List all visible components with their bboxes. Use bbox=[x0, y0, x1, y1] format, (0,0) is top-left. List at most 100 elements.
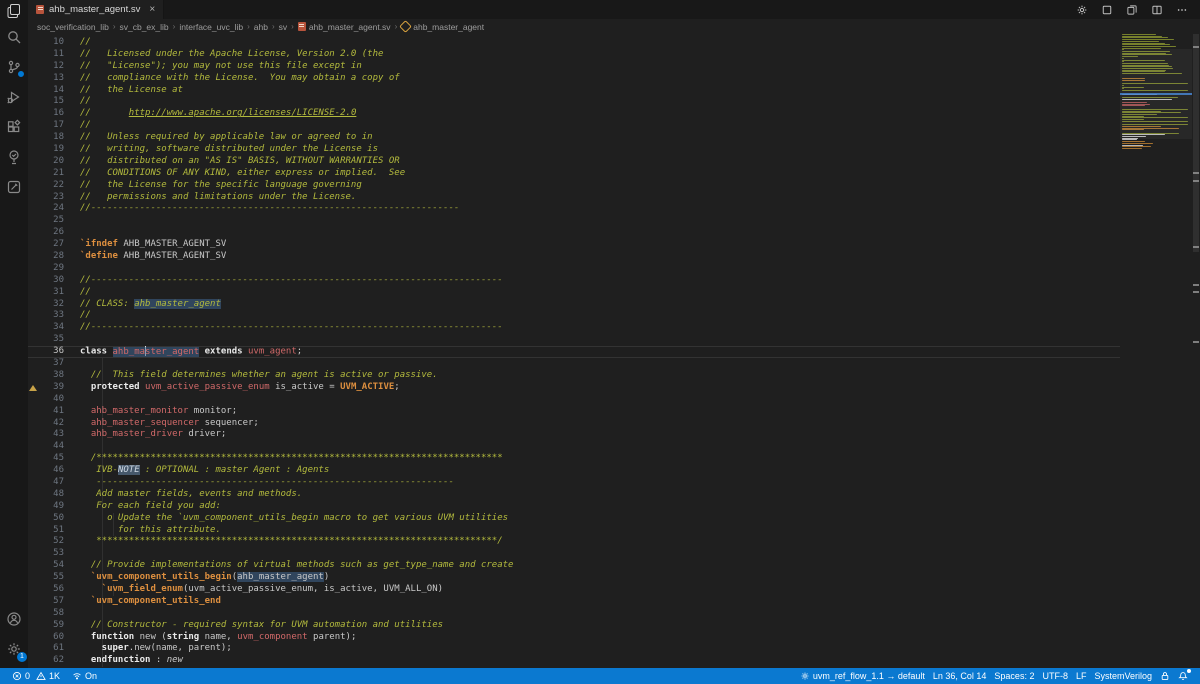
code-line[interactable]: 48 Add master fields, events and methods… bbox=[28, 489, 1120, 501]
gutter[interactable] bbox=[28, 477, 40, 489]
code-line[interactable]: 43 ahb_master_driver driver; bbox=[28, 429, 1120, 441]
gutter[interactable] bbox=[28, 453, 40, 465]
code-line[interactable]: 29 bbox=[28, 263, 1120, 275]
code-line[interactable]: 59 // Constructor - required syntax for … bbox=[28, 620, 1120, 632]
gutter[interactable] bbox=[28, 358, 40, 370]
code-line[interactable]: 33// bbox=[28, 310, 1120, 322]
editor-pane[interactable]: 10//11// Licensed under the Apache Licen… bbox=[28, 34, 1200, 668]
code-line[interactable]: 37 bbox=[28, 358, 1120, 370]
code-area[interactable]: 10//11// Licensed under the Apache Licen… bbox=[28, 37, 1120, 667]
code-line[interactable]: 53 bbox=[28, 548, 1120, 560]
breadcrumb-item-ahb_master_agent[interactable]: ahb_master_agent bbox=[401, 22, 484, 32]
code-line[interactable]: 23// permissions and limitations under t… bbox=[28, 192, 1120, 204]
source-control-icon[interactable] bbox=[0, 52, 28, 82]
code-line[interactable]: 34//------------------------------------… bbox=[28, 322, 1120, 334]
gutter[interactable] bbox=[28, 287, 40, 299]
code-line[interactable]: 46 IVB-NOTE : OPTIONAL : master Agent : … bbox=[28, 465, 1120, 477]
code-line[interactable]: 45 /************************************… bbox=[28, 453, 1120, 465]
gutter[interactable] bbox=[28, 251, 40, 263]
gutter[interactable] bbox=[28, 322, 40, 334]
gutter-marker[interactable] bbox=[28, 382, 40, 394]
cursor-position[interactable]: Ln 36, Col 14 bbox=[929, 668, 991, 684]
accounts-icon[interactable] bbox=[0, 604, 28, 634]
code-line[interactable]: 52 *************************************… bbox=[28, 536, 1120, 548]
code-line[interactable]: 17// bbox=[28, 120, 1120, 132]
gutter[interactable] bbox=[28, 429, 40, 441]
gutter[interactable] bbox=[28, 560, 40, 572]
code-line[interactable]: 54 // Provide implementations of virtual… bbox=[28, 560, 1120, 572]
tab-ahb-master-agent[interactable]: ahb_master_agent.sv × bbox=[28, 0, 164, 19]
gutter[interactable] bbox=[28, 132, 40, 144]
code-line[interactable]: 14// the License at bbox=[28, 85, 1120, 97]
gutter[interactable] bbox=[28, 120, 40, 132]
code-line[interactable]: 62 endfunction : new bbox=[28, 655, 1120, 667]
run-debug-icon[interactable] bbox=[0, 82, 28, 112]
code-line[interactable]: 16// http://www.apache.org/licenses/LICE… bbox=[28, 108, 1120, 120]
gutter[interactable] bbox=[28, 168, 40, 180]
code-line[interactable]: 40 bbox=[28, 394, 1120, 406]
gutter[interactable] bbox=[28, 572, 40, 584]
open-changes-icon[interactable] bbox=[1126, 4, 1138, 16]
breadcrumb-item-ahb[interactable]: ahb bbox=[254, 22, 268, 32]
gutter[interactable] bbox=[28, 465, 40, 477]
eol-indicator[interactable]: LF bbox=[1072, 668, 1091, 684]
code-line[interactable]: 38 // This field determines whether an a… bbox=[28, 370, 1120, 382]
gutter[interactable] bbox=[28, 513, 40, 525]
gutter[interactable] bbox=[28, 596, 40, 608]
gutter[interactable] bbox=[28, 61, 40, 73]
gutter[interactable] bbox=[28, 310, 40, 322]
code-line[interactable]: 58 bbox=[28, 608, 1120, 620]
gutter[interactable] bbox=[28, 608, 40, 620]
gutter[interactable] bbox=[28, 263, 40, 275]
code-line[interactable]: 19// writing, software distributed under… bbox=[28, 144, 1120, 156]
notifications[interactable] bbox=[1174, 668, 1192, 684]
breadcrumb-item-sv[interactable]: sv bbox=[279, 22, 288, 32]
scrollbar-slider[interactable] bbox=[1193, 34, 1199, 252]
gutter[interactable] bbox=[28, 37, 40, 49]
gutter[interactable] bbox=[28, 299, 40, 311]
search-icon[interactable] bbox=[0, 22, 28, 52]
code-line[interactable]: 60 function new (string name, uvm_compon… bbox=[28, 632, 1120, 644]
code-line[interactable]: 25 bbox=[28, 215, 1120, 227]
gutter[interactable] bbox=[28, 192, 40, 204]
gutter[interactable] bbox=[28, 620, 40, 632]
code-line[interactable]: 41 ahb_master_monitor monitor; bbox=[28, 406, 1120, 418]
code-line[interactable]: 31// bbox=[28, 287, 1120, 299]
code-line[interactable]: 20// distributed on an "AS IS" BASIS, WI… bbox=[28, 156, 1120, 168]
code-line[interactable]: 21// CONDITIONS OF ANY KIND, either expr… bbox=[28, 168, 1120, 180]
gutter[interactable] bbox=[28, 108, 40, 120]
gutter[interactable] bbox=[28, 144, 40, 156]
breadcrumb-item-interface_uvc_lib[interactable]: interface_uvc_lib bbox=[179, 22, 243, 32]
gutter[interactable] bbox=[28, 548, 40, 560]
more-actions-icon[interactable] bbox=[1176, 4, 1188, 16]
code-line[interactable]: 11// Licensed under the Apache License, … bbox=[28, 49, 1120, 61]
vertical-scrollbar[interactable] bbox=[1192, 34, 1200, 668]
gutter[interactable] bbox=[28, 584, 40, 596]
code-line[interactable]: 15// bbox=[28, 96, 1120, 108]
code-line[interactable]: 57 `uvm_component_utils_end bbox=[28, 596, 1120, 608]
layout-icon[interactable] bbox=[1101, 4, 1113, 16]
gutter[interactable] bbox=[28, 227, 40, 239]
gutter[interactable] bbox=[28, 180, 40, 192]
code-line[interactable]: 10// bbox=[28, 37, 1120, 49]
gutter[interactable] bbox=[28, 655, 40, 667]
gutter[interactable] bbox=[28, 275, 40, 287]
gutter[interactable] bbox=[28, 501, 40, 513]
gutter[interactable] bbox=[28, 334, 40, 346]
project-selector[interactable]: uvm_ref_flow_1.1 → default bbox=[796, 668, 929, 684]
gutter[interactable] bbox=[28, 632, 40, 644]
code-line[interactable]: 22// the License for the specific langua… bbox=[28, 180, 1120, 192]
explorer-icon[interactable] bbox=[0, 0, 28, 22]
code-line[interactable]: 27`ifndef AHB_MASTER_AGENT_SV bbox=[28, 239, 1120, 251]
gutter[interactable] bbox=[28, 215, 40, 227]
gutter[interactable] bbox=[28, 73, 40, 85]
testing-icon[interactable] bbox=[0, 142, 28, 172]
extensions-icon[interactable] bbox=[0, 112, 28, 142]
gutter[interactable] bbox=[28, 394, 40, 406]
gutter[interactable] bbox=[28, 525, 40, 537]
code-line[interactable]: 51 for this attribute. bbox=[28, 525, 1120, 537]
language-indicator[interactable]: SystemVerilog bbox=[1090, 668, 1156, 684]
gutter[interactable] bbox=[28, 96, 40, 108]
gutter[interactable] bbox=[28, 643, 40, 655]
code-line[interactable]: 44 bbox=[28, 441, 1120, 453]
